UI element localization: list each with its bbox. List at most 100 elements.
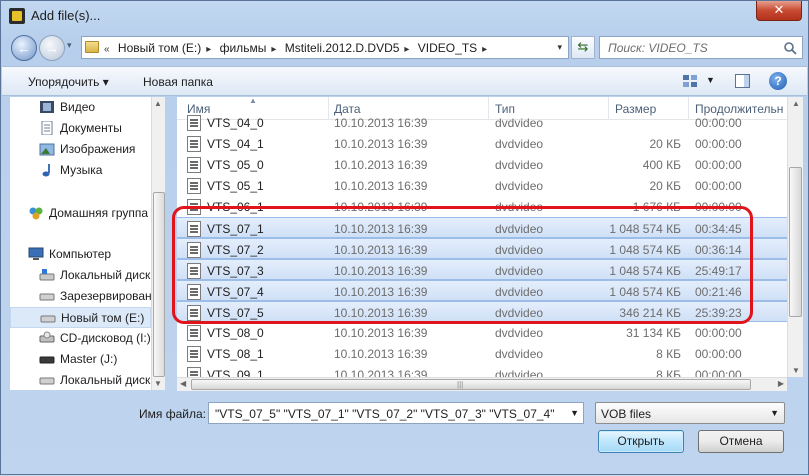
breadcrumb-item[interactable]: фильмы: [220, 41, 267, 55]
video-file-icon: [187, 157, 201, 173]
table-row[interactable]: VTS_08_0 10.10.2013 16:39 dvdvideo 31 134 К…: [177, 322, 787, 343]
recent-locations-dropdown[interactable]: ▾: [67, 40, 72, 51]
refresh-button[interactable]: ⇆: [571, 36, 595, 59]
file-type: dvdvideo: [495, 158, 544, 172]
file-dialog-window: Add file(s)... ✕ ← → ▾ « Новый том (E:) ▸…: [0, 0, 809, 475]
file-type-select[interactable]: VOB files ▼: [595, 402, 785, 424]
file-size: 20 КБ: [649, 179, 681, 193]
command-toolbar: Упорядочить ▾ Новая папка ▼ ?: [2, 66, 807, 96]
address-dropdown-icon[interactable]: ▾: [557, 42, 562, 53]
search-input[interactable]: Поиск: VIDEO_TS: [599, 36, 803, 59]
close-button[interactable]: ✕: [756, 1, 802, 21]
dialog-footer: Имя файла: "VTS_07_5" "VTS_07_1" "VTS_07…: [1, 396, 808, 476]
organize-button[interactable]: Упорядочить ▾: [28, 75, 109, 89]
music-library-icon: [42, 164, 50, 177]
navigation-pane: Видео Документы Изображения Музыка Домаш…: [10, 97, 151, 390]
sidebar-item-local-disk[interactable]: Локальный диск: [10, 265, 151, 286]
scroll-thumb[interactable]: [191, 379, 751, 390]
file-size: 20 КБ: [649, 137, 681, 151]
scroll-down-icon[interactable]: ▼: [154, 379, 162, 388]
file-type: dvdvideo: [495, 179, 544, 193]
forward-button[interactable]: →: [39, 35, 65, 61]
sidebar-item-label: Изображения: [60, 142, 136, 156]
sidebar-item-master[interactable]: Master (J:): [10, 349, 151, 370]
address-bar[interactable]: « Новый том (E:) ▸ фильмы ▸ Mstiteli.2012.…: [81, 36, 569, 59]
file-list-scrollbar[interactable]: ▲ ▼: [787, 97, 803, 377]
drive-icon: [40, 315, 56, 323]
file-type: dvdvideo: [495, 116, 544, 130]
scroll-up-icon[interactable]: ▲: [154, 99, 162, 108]
help-button[interactable]: ?: [769, 72, 787, 90]
video-file-icon: [187, 115, 201, 131]
chevron-down-icon[interactable]: ▼: [570, 408, 579, 418]
breadcrumb-item[interactable]: Mstiteli.2012.D.DVD5: [285, 41, 400, 55]
cancel-button[interactable]: Отмена: [698, 430, 784, 453]
sidebar-item-homegroup[interactable]: Домашняя группа: [10, 203, 151, 224]
horizontal-scrollbar[interactable]: ◀ ||| ▶: [177, 377, 787, 391]
sidebar-item-label: Локальный диск: [60, 373, 151, 387]
search-icon: [784, 42, 797, 55]
scroll-up-icon[interactable]: ▲: [792, 99, 800, 108]
file-size: 400 КБ: [642, 158, 681, 172]
table-row[interactable]: VTS_04_0 10.10.2013 16:39 dvdvideo 00:00:00: [177, 112, 787, 133]
new-folder-button[interactable]: Новая папка: [143, 75, 213, 89]
sidebar-item-label: Компьютер: [49, 247, 112, 261]
sort-arrow-icon: ▲: [249, 97, 257, 105]
file-date: 10.10.2013 16:39: [334, 137, 428, 151]
sidebar-item-label: Документы: [60, 121, 122, 135]
breadcrumb-item[interactable]: VIDEO_TS: [418, 41, 477, 55]
navigation-bar: ← → ▾ « Новый том (E:) ▸ фильмы ▸ Mstiteli…: [7, 33, 803, 61]
sidebar-item-music[interactable]: Музыка: [10, 160, 151, 181]
view-dropdown-icon[interactable]: ▼: [706, 75, 715, 85]
view-options-icon[interactable]: [682, 73, 698, 89]
file-duration: 00:00:00: [695, 326, 742, 340]
back-button[interactable]: ←: [11, 35, 37, 61]
sidebar-item-pictures[interactable]: Изображения: [10, 139, 151, 160]
file-size: 31 134 КБ: [626, 326, 681, 340]
filename-input[interactable]: "VTS_07_5" "VTS_07_1" "VTS_07_2" "VTS_07…: [208, 402, 584, 424]
chevron-down-icon[interactable]: ▼: [770, 408, 779, 418]
sidebar-item-reserved[interactable]: Зарезервировано: [10, 286, 151, 307]
table-row[interactable]: VTS_08_1 10.10.2013 16:39 dvdvideo 8 КБ 00:0…: [177, 343, 787, 364]
scroll-right-icon[interactable]: ▶: [778, 379, 784, 388]
file-type: dvdvideo: [495, 347, 544, 361]
scroll-thumb[interactable]: [789, 167, 802, 317]
navigation-scrollbar[interactable]: ▲ ▼: [151, 97, 165, 390]
file-size: 8 КБ: [656, 368, 681, 377]
table-row[interactable]: VTS_09_1 10.10.2013 16:39 dvdvideo 8 КБ 00:0…: [177, 364, 787, 377]
file-type: dvdvideo: [495, 137, 544, 151]
table-row[interactable]: VTS_05_1 10.10.2013 16:39 dvdvideo 20 КБ 00:…: [177, 175, 787, 196]
file-duration: 00:00:00: [695, 368, 742, 377]
sidebar-item-cd-drive[interactable]: CD-дисковод (I:): [10, 328, 151, 349]
file-date: 10.10.2013 16:39: [334, 116, 428, 130]
file-name: VTS_08_0: [207, 326, 264, 340]
scroll-thumb[interactable]: [153, 192, 165, 377]
preview-pane-icon[interactable]: [735, 74, 750, 88]
file-duration: 00:00:00: [695, 158, 742, 172]
file-date: 10.10.2013 16:39: [334, 326, 428, 340]
file-name: VTS_08_1: [207, 347, 264, 361]
window-title: Add file(s)...: [31, 8, 101, 23]
sidebar-item-computer[interactable]: Компьютер: [10, 244, 151, 265]
breadcrumb: « Новый том (E:) ▸ фильмы ▸ Mstiteli.2012.…: [104, 41, 488, 55]
sidebar-item-local-disk-2[interactable]: Локальный диск: [10, 370, 151, 390]
cd-drive-icon: [39, 331, 55, 343]
sidebar-item-new-volume[interactable]: Новый том (E:): [10, 307, 151, 328]
folder-icon: [85, 41, 99, 53]
scroll-left-icon[interactable]: ◀: [180, 379, 186, 388]
table-row[interactable]: VTS_05_0 10.10.2013 16:39 dvdvideo 400 КБ 00…: [177, 154, 787, 175]
sidebar-item-video[interactable]: Видео: [10, 97, 151, 118]
title-bar[interactable]: Add file(s)... ✕: [1, 1, 808, 31]
file-type-value: VOB files: [601, 407, 652, 421]
sidebar-item-documents[interactable]: Документы: [10, 118, 151, 139]
sidebar-item-label: Локальный диск: [60, 268, 151, 282]
table-row[interactable]: VTS_04_1 10.10.2013 16:39 dvdvideo 20 КБ 00:…: [177, 133, 787, 154]
file-name: VTS_09_1: [207, 368, 264, 377]
drive-icon: [39, 377, 55, 385]
scroll-down-icon[interactable]: ▼: [792, 366, 800, 375]
open-button[interactable]: Открыть: [598, 430, 684, 453]
pictures-library-icon: [39, 143, 55, 156]
breadcrumb-item[interactable]: Новый том (E:): [118, 41, 201, 55]
local-disk-icon: [39, 269, 55, 281]
file-name: VTS_05_0: [207, 158, 264, 172]
